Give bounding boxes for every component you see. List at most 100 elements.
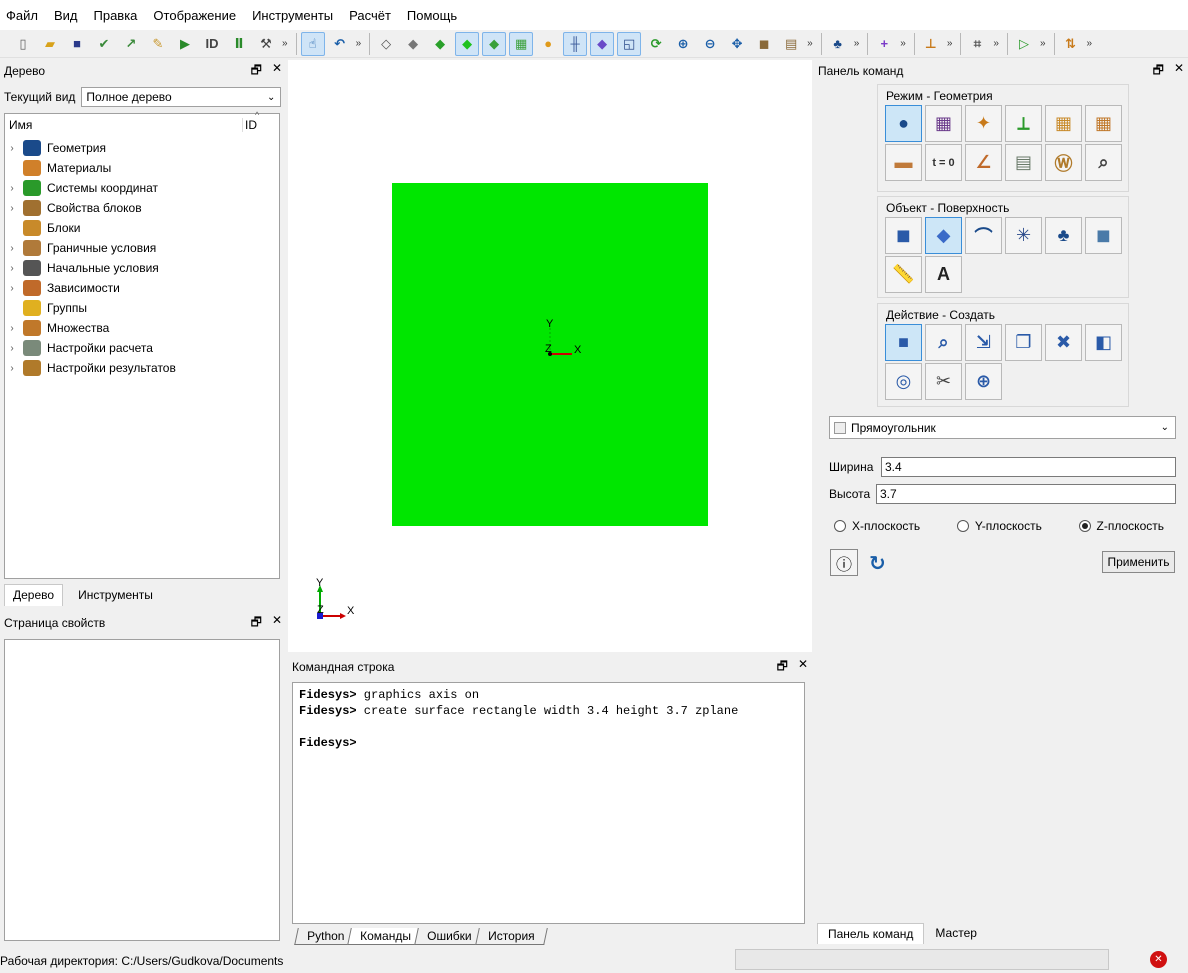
dependency-mode-icon[interactable]: ∠: [965, 144, 1002, 181]
refresh-icon[interactable]: ⟳: [644, 32, 668, 56]
tree-item[interactable]: › Зависимости: [5, 278, 279, 298]
chevron-right-icon[interactable]: ›: [5, 343, 19, 354]
console-output[interactable]: Fidesys> graphics axis on Fidesys> create…: [292, 682, 805, 924]
tree-item[interactable]: › Настройки результатов: [5, 358, 279, 378]
plane-radio[interactable]: X-плоскость: [834, 519, 920, 533]
chevron-right-icon[interactable]: ›: [5, 203, 19, 214]
chevron-right-icon[interactable]: ›: [5, 183, 19, 194]
toolbar-overflow-icon[interactable]: »: [807, 38, 813, 49]
axis-z-icon[interactable]: ⇅: [1059, 32, 1083, 56]
box-icon[interactable]: ◼: [752, 32, 776, 56]
tree-item[interactable]: Материалы: [5, 158, 279, 178]
hammer-icon[interactable]: ⚒: [254, 32, 278, 56]
menu-item[interactable]: Отображение: [153, 8, 236, 23]
toolbar-overflow-icon[interactable]: »: [1087, 38, 1093, 49]
menu-item[interactable]: Правка: [94, 8, 138, 23]
toolbar-overflow-icon[interactable]: »: [356, 38, 362, 49]
text-object-icon[interactable]: A: [925, 256, 962, 293]
smooth-shaded-icon[interactable]: ◆: [455, 31, 480, 56]
id-file-icon[interactable]: ID: [200, 32, 224, 56]
coord-mode-icon[interactable]: ⟂: [1005, 105, 1042, 142]
lights-icon[interactable]: ●: [536, 32, 560, 56]
float-icon[interactable]: 🗗: [777, 657, 788, 678]
zoom-fit-icon[interactable]: ✥: [725, 32, 749, 56]
save-check-icon[interactable]: ✔: [92, 32, 116, 56]
mesh-mode-icon[interactable]: ▦: [925, 105, 962, 142]
radio-indicator[interactable]: [1078, 520, 1091, 532]
group-object-icon[interactable]: ♣: [1045, 217, 1082, 254]
chevron-right-icon[interactable]: ›: [5, 283, 19, 294]
run-script-icon[interactable]: ▶: [173, 32, 197, 56]
new-file-icon[interactable]: ▯: [11, 32, 35, 56]
console-tab[interactable]: История: [474, 928, 548, 945]
grid-icon[interactable]: ╫: [563, 31, 588, 56]
edit-script-icon[interactable]: ✎: [146, 32, 170, 56]
plane-radio[interactable]: Z-плоскость: [1078, 519, 1164, 533]
float-icon[interactable]: 🗗: [251, 61, 262, 82]
open-folder-icon[interactable]: ▰: [38, 32, 62, 56]
tree-item[interactable]: › Начальные условия: [5, 258, 279, 278]
menu-item[interactable]: Расчёт: [349, 8, 391, 23]
reset-icon[interactable]: ↻: [869, 551, 886, 576]
tab-tools[interactable]: Инструменты: [69, 584, 162, 606]
radio-indicator[interactable]: [956, 520, 969, 532]
curve-object-icon[interactable]: ⌒: [965, 217, 1002, 254]
tree-item[interactable]: Блоки: [5, 218, 279, 238]
info-button[interactable]: ⓘ: [830, 549, 858, 576]
play-icon[interactable]: ▷: [1012, 32, 1036, 56]
tab-wizard[interactable]: Мастер: [924, 923, 988, 944]
select-mode-icon[interactable]: ☝: [300, 31, 325, 56]
hidden-line-icon[interactable]: ◆: [401, 32, 425, 56]
transform-action-icon[interactable]: ⇲: [965, 324, 1002, 361]
geometry-mode-icon[interactable]: ●: [885, 105, 922, 142]
plane-align-icon[interactable]: ⊥: [919, 32, 943, 56]
apply-button[interactable]: Применить: [1102, 551, 1175, 573]
float-icon[interactable]: 🗗: [1153, 61, 1164, 82]
tree-col-name[interactable]: Имя: [5, 118, 32, 132]
toolbar-overflow-icon[interactable]: »: [900, 38, 906, 49]
bc-mode-icon[interactable]: ▬: [885, 144, 922, 181]
zoom-in-icon[interactable]: ⊕: [671, 32, 695, 56]
chevron-right-icon[interactable]: ›: [5, 263, 19, 274]
node-frame-icon[interactable]: ⌗: [965, 32, 989, 56]
boolean-action-icon[interactable]: ◧: [1085, 324, 1122, 361]
crosshair-icon[interactable]: +: [872, 32, 896, 56]
calc-mode-icon[interactable]: ▤: [1005, 144, 1042, 181]
chevron-right-icon[interactable]: ›: [5, 363, 19, 374]
menu-item[interactable]: Вид: [54, 8, 78, 23]
menu-item[interactable]: Помощь: [407, 8, 457, 23]
toolbar-overflow-icon[interactable]: »: [1040, 38, 1046, 49]
shaded-icon[interactable]: ◆: [428, 32, 452, 56]
width-field[interactable]: [881, 457, 1176, 477]
undo-icon[interactable]: ↶: [328, 32, 352, 56]
measure-object-icon[interactable]: 📏: [885, 256, 922, 293]
close-icon[interactable]: ✕: [272, 613, 282, 634]
close-icon[interactable]: ✕: [272, 61, 282, 82]
height-field[interactable]: [876, 484, 1176, 504]
tree-item[interactable]: › Множества: [5, 318, 279, 338]
modify-action-icon[interactable]: ⌕: [925, 324, 962, 361]
chevron-right-icon[interactable]: ›: [5, 243, 19, 254]
volume-object-icon[interactable]: ◼: [885, 217, 922, 254]
mesh-shaded-icon[interactable]: ▦: [509, 31, 534, 56]
tab-tree[interactable]: Дерево: [4, 584, 64, 606]
plane-radio[interactable]: Y-плоскость: [956, 519, 1042, 533]
console-tab[interactable]: Ошибки: [414, 928, 485, 945]
error-icon[interactable]: ✕: [1150, 951, 1167, 968]
chevron-right-icon[interactable]: ›: [5, 143, 19, 154]
copy-action-icon[interactable]: ❐: [1005, 324, 1042, 361]
console-tab[interactable]: Команды: [347, 928, 425, 945]
ruler-icon[interactable]: ▤: [779, 32, 803, 56]
pause-icon[interactable]: Ⅱ: [227, 32, 251, 56]
multi-shaded-icon[interactable]: ◆: [482, 31, 507, 56]
tree-item[interactable]: › Настройки расчета: [5, 338, 279, 358]
create-action-icon[interactable]: ■: [885, 324, 922, 361]
save-icon[interactable]: ■: [65, 32, 89, 56]
sets-mode-icon[interactable]: ▦: [1085, 105, 1122, 142]
windows-icon[interactable]: ◱: [617, 31, 642, 56]
material-mode-icon[interactable]: ✦: [965, 105, 1002, 142]
close-icon[interactable]: ✕: [1174, 61, 1184, 82]
chevron-right-icon[interactable]: ›: [5, 323, 19, 334]
wireframe-icon[interactable]: ◇: [374, 32, 398, 56]
tree-item[interactable]: › Системы координат: [5, 178, 279, 198]
